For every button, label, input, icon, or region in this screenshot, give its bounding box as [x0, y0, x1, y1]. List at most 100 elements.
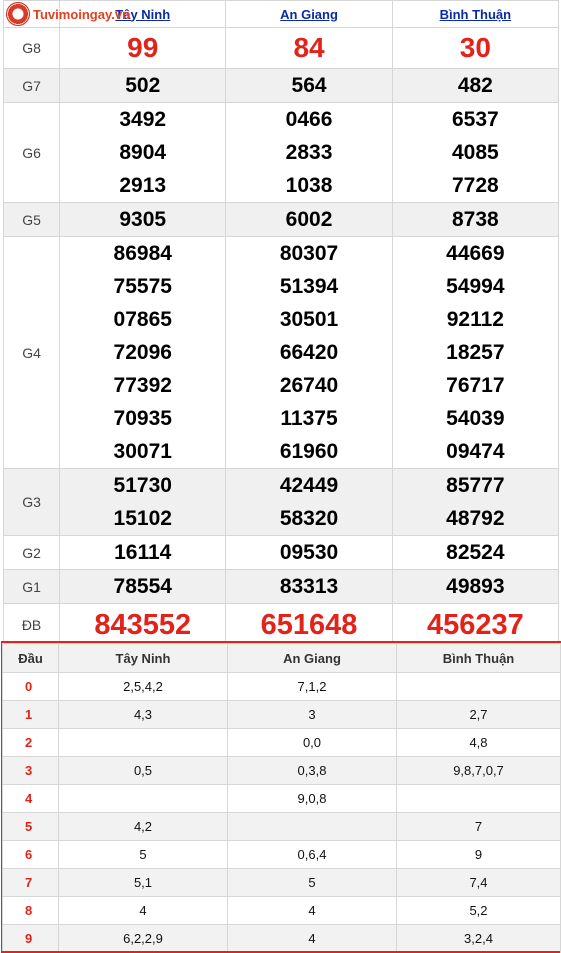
- prize-number: 76717: [446, 374, 505, 397]
- prize-cell: 564: [225, 68, 393, 103]
- prize-number: 651648: [260, 609, 358, 641]
- prize-row: G7 502 564 482: [2, 68, 560, 103]
- prize-number: 61960: [279, 440, 339, 463]
- tail-digits: 2,5,4,2: [58, 672, 228, 701]
- prize-number: 78554: [113, 575, 172, 598]
- tail-digits: 0,3,8: [227, 756, 397, 785]
- prize-number: 30: [459, 32, 491, 63]
- head-tail-header-row: Đầu Tây Ninh An Giang Bình Thuận: [2, 643, 561, 673]
- head-tail-body: 0 2,5,4,2 7,1,2 1 4,3 3 2,7 2 0,0 4,8 3 0,5 0,3,8 9,8…: [2, 672, 561, 953]
- prize-number: 72096: [113, 341, 172, 364]
- province-link[interactable]: Bình Thuận: [440, 7, 512, 22]
- prize-number: 6002: [285, 208, 333, 231]
- head-digit: 6: [2, 840, 59, 869]
- prize-number: 15102: [113, 507, 172, 530]
- prize-number: 09530: [279, 541, 339, 564]
- prize-row: G8 99 84 30: [2, 27, 560, 69]
- prize-cell: 42449 58320: [225, 468, 393, 536]
- prize-number: 456237: [426, 609, 524, 641]
- tail-digits: 0,6,4: [227, 840, 397, 869]
- head-tail-box: Đầu Tây Ninh An Giang Bình Thuận 0 2,5,4,…: [1, 641, 561, 953]
- head-tail-row: 3 0,5 0,3,8 9,8,7,0,7: [2, 756, 561, 785]
- prize-number: 8738: [451, 208, 499, 231]
- site-logo[interactable]: Tuvimoingay.vn: [4, 0, 204, 30]
- prize-row: G6 3492 8904 2913 0466 2833 1038 6537 4085 7728: [2, 102, 560, 203]
- tail-digits: 5: [227, 868, 397, 897]
- tail-digits: [227, 812, 397, 841]
- prize-number: 75575: [113, 275, 172, 298]
- head-digit: 2: [2, 728, 59, 757]
- prize-number: 54039: [446, 407, 505, 430]
- prize-cell: 9305: [59, 202, 227, 237]
- tail-digits: 9: [396, 840, 561, 869]
- head-tail-row: 7 5,1 5 7,4: [2, 868, 561, 897]
- head-tail-header: Bình Thuận: [396, 643, 561, 673]
- head-tail-row: 8 4 4 5,2: [2, 896, 561, 925]
- prize-number: 502: [125, 74, 161, 97]
- prize-number: 564: [291, 74, 327, 97]
- prize-label: G8: [2, 27, 61, 69]
- tail-digits: 3,2,4: [396, 924, 561, 953]
- tail-digits: 5: [58, 840, 228, 869]
- prize-number: 51730: [113, 474, 172, 497]
- prize-cell: 30: [391, 27, 560, 69]
- prize-number: 70935: [113, 407, 172, 430]
- prize-number: 18257: [446, 341, 505, 364]
- head-tail-table: Đầu Tây Ninh An Giang Bình Thuận 0 2,5,4,…: [2, 643, 561, 953]
- head-tail-row: 5 4,2 7: [2, 812, 561, 841]
- tail-digits: 3: [227, 700, 397, 729]
- prize-number: 49893: [446, 575, 505, 598]
- head-tail-row: 2 0,0 4,8: [2, 728, 561, 757]
- prize-row: G4 86984 75575 07865 72096 77392 70935 30071 803…: [2, 236, 560, 469]
- province-link[interactable]: An Giang: [280, 7, 338, 22]
- tail-digits: 4,2: [58, 812, 228, 841]
- tail-digits: [396, 784, 561, 813]
- prize-number: 44669: [446, 242, 505, 265]
- prize-number: 2833: [285, 141, 333, 164]
- head-tail-row: 4 9,0,8: [2, 784, 561, 813]
- head-tail-header: An Giang: [227, 643, 397, 673]
- prize-number: 6537: [451, 108, 499, 131]
- tail-digits: [58, 728, 228, 757]
- prize-label: G7: [2, 68, 61, 103]
- head-digit: 9: [2, 924, 59, 953]
- prize-number: 07865: [113, 308, 172, 331]
- prize-number: 09474: [446, 440, 505, 463]
- prize-cell: 49893: [391, 569, 560, 604]
- tail-digits: 9,0,8: [227, 784, 397, 813]
- prize-number: 86984: [113, 242, 172, 265]
- prize-cell: 82524: [391, 535, 560, 570]
- tail-digits: 0,5: [58, 756, 228, 785]
- tail-digits: 4: [58, 896, 228, 925]
- tail-digits: 7,1,2: [227, 672, 397, 701]
- logo-text: Tuvimoingay.vn: [33, 7, 131, 22]
- prize-number: 84: [293, 32, 325, 63]
- tail-digits: 4: [227, 896, 397, 925]
- logo-badge-icon: [6, 2, 30, 26]
- prize-cell: 0466 2833 1038: [225, 102, 393, 203]
- prize-number: 30501: [279, 308, 339, 331]
- prize-cell: 86984 75575 07865 72096 77392 70935 30071: [59, 236, 227, 469]
- prize-number: 843552: [94, 609, 192, 641]
- tail-digits: 9,8,7,0,7: [396, 756, 561, 785]
- lottery-results-page: Tuvimoingay.vn Tây Ninh An Giang Bình Th…: [0, 0, 561, 953]
- tail-digits: [396, 672, 561, 701]
- head-digit: 8: [2, 896, 59, 925]
- head-tail-row: 6 5 0,6,4 9: [2, 840, 561, 869]
- prize-cell: 6002: [225, 202, 393, 237]
- prize-number: 30071: [113, 440, 172, 463]
- prize-row: G5 9305 6002 8738: [2, 202, 560, 237]
- prize-number: 9305: [119, 208, 167, 231]
- prize-number: 42449: [279, 474, 339, 497]
- prize-row: G3 51730 15102 42449 58320 85777 48792: [2, 468, 560, 536]
- tail-digits: [58, 784, 228, 813]
- head-digit: 1: [2, 700, 59, 729]
- prize-cell: 85777 48792: [391, 468, 560, 536]
- prize-number: 83313: [279, 575, 339, 598]
- results-table: Tuvimoingay.vn Tây Ninh An Giang Bình Th…: [2, 0, 560, 647]
- head-tail-row: 9 6,2,2,9 4 3,2,4: [2, 924, 561, 953]
- tail-digits: 5,1: [58, 868, 228, 897]
- prize-label: G1: [2, 569, 61, 604]
- head-digit: 7: [2, 868, 59, 897]
- head-tail-row: 1 4,3 3 2,7: [2, 700, 561, 729]
